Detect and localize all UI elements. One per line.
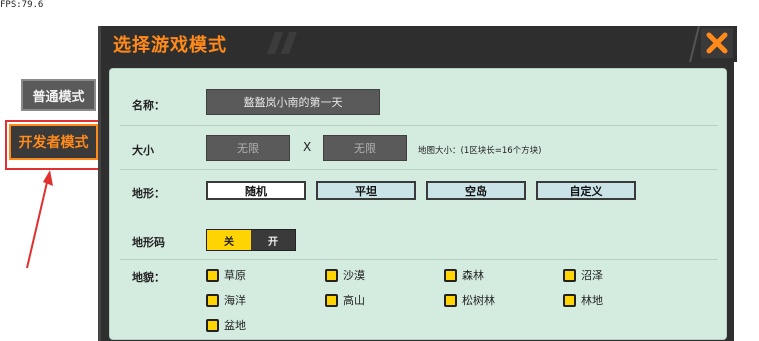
- size-label: 大小: [132, 144, 154, 157]
- terrain-code-label: 地形码: [132, 236, 165, 249]
- divider: [120, 169, 718, 170]
- checkbox-icon[interactable]: [206, 268, 219, 282]
- checkbox-icon[interactable]: [325, 268, 338, 282]
- terrain-sky-island-button[interactable]: 空岛: [426, 181, 526, 200]
- checkbox-icon[interactable]: [444, 268, 457, 282]
- title-divider: [689, 26, 700, 62]
- toggle-on-option[interactable]: 开: [251, 230, 295, 250]
- tab-normal-mode[interactable]: 普通模式: [21, 79, 96, 111]
- world-name-input[interactable]: 盩盩岚小南的第一天: [206, 89, 380, 115]
- divider: [120, 259, 718, 260]
- panel-title: 选择游戏模式: [113, 35, 227, 56]
- decorative-stripes-icon: [267, 32, 297, 54]
- close-icon: [706, 32, 728, 54]
- biome-swamp[interactable]: 沼泽: [563, 267, 603, 283]
- terrain-code-toggle[interactable]: 关 开: [206, 229, 296, 251]
- size-width-input[interactable]: 无限: [206, 135, 290, 161]
- terrain-custom-button[interactable]: 自定义: [536, 181, 636, 200]
- terrain-label: 地形：: [132, 187, 165, 200]
- settings-content: 名称： 盩盩岚小南的第一天 大小 无限 X 无限 地图大小：(1区块长=16个方…: [109, 68, 727, 340]
- divider: [120, 125, 718, 126]
- biome-desert[interactable]: 沙漠: [325, 267, 365, 283]
- size-hint: 地图大小：(1区块长=16个方块): [418, 146, 542, 156]
- biome-pine-forest[interactable]: 松树林: [444, 292, 495, 308]
- checkbox-icon[interactable]: [206, 293, 219, 307]
- biome-basin[interactable]: 盆地: [206, 317, 246, 333]
- size-x-separator: X: [303, 140, 312, 154]
- checkbox-icon[interactable]: [206, 318, 219, 332]
- pointer-arrow-icon: [26, 170, 53, 269]
- biome-mountain[interactable]: 高山: [325, 292, 365, 308]
- size-height-input[interactable]: 无限: [323, 135, 407, 161]
- terrain-random-button[interactable]: 随机: [206, 181, 306, 200]
- biome-forest[interactable]: 森林: [444, 267, 484, 283]
- biome-woodland[interactable]: 林地: [563, 292, 603, 308]
- checkbox-icon[interactable]: [563, 293, 576, 307]
- tab-developer-mode[interactable]: 开发者模式: [9, 124, 98, 160]
- checkbox-icon[interactable]: [563, 268, 576, 282]
- game-mode-panel: 选择游戏模式 名称： 盩盩岚小南的第一天 大小 无限 X 无限 地图大小：(1区…: [98, 26, 737, 341]
- close-button[interactable]: [701, 28, 733, 58]
- biome-ocean[interactable]: 海洋: [206, 292, 246, 308]
- checkbox-icon[interactable]: [325, 293, 338, 307]
- fps-counter: FPS:79.6: [0, 0, 44, 10]
- checkbox-icon[interactable]: [444, 293, 457, 307]
- biome-label: 地貌：: [132, 271, 165, 284]
- title-bar: 选择游戏模式: [101, 26, 737, 62]
- biome-grassland[interactable]: 草原: [206, 267, 246, 283]
- name-label: 名称：: [132, 99, 165, 112]
- terrain-flat-button[interactable]: 平坦: [316, 181, 416, 200]
- toggle-off-option[interactable]: 关: [207, 230, 251, 250]
